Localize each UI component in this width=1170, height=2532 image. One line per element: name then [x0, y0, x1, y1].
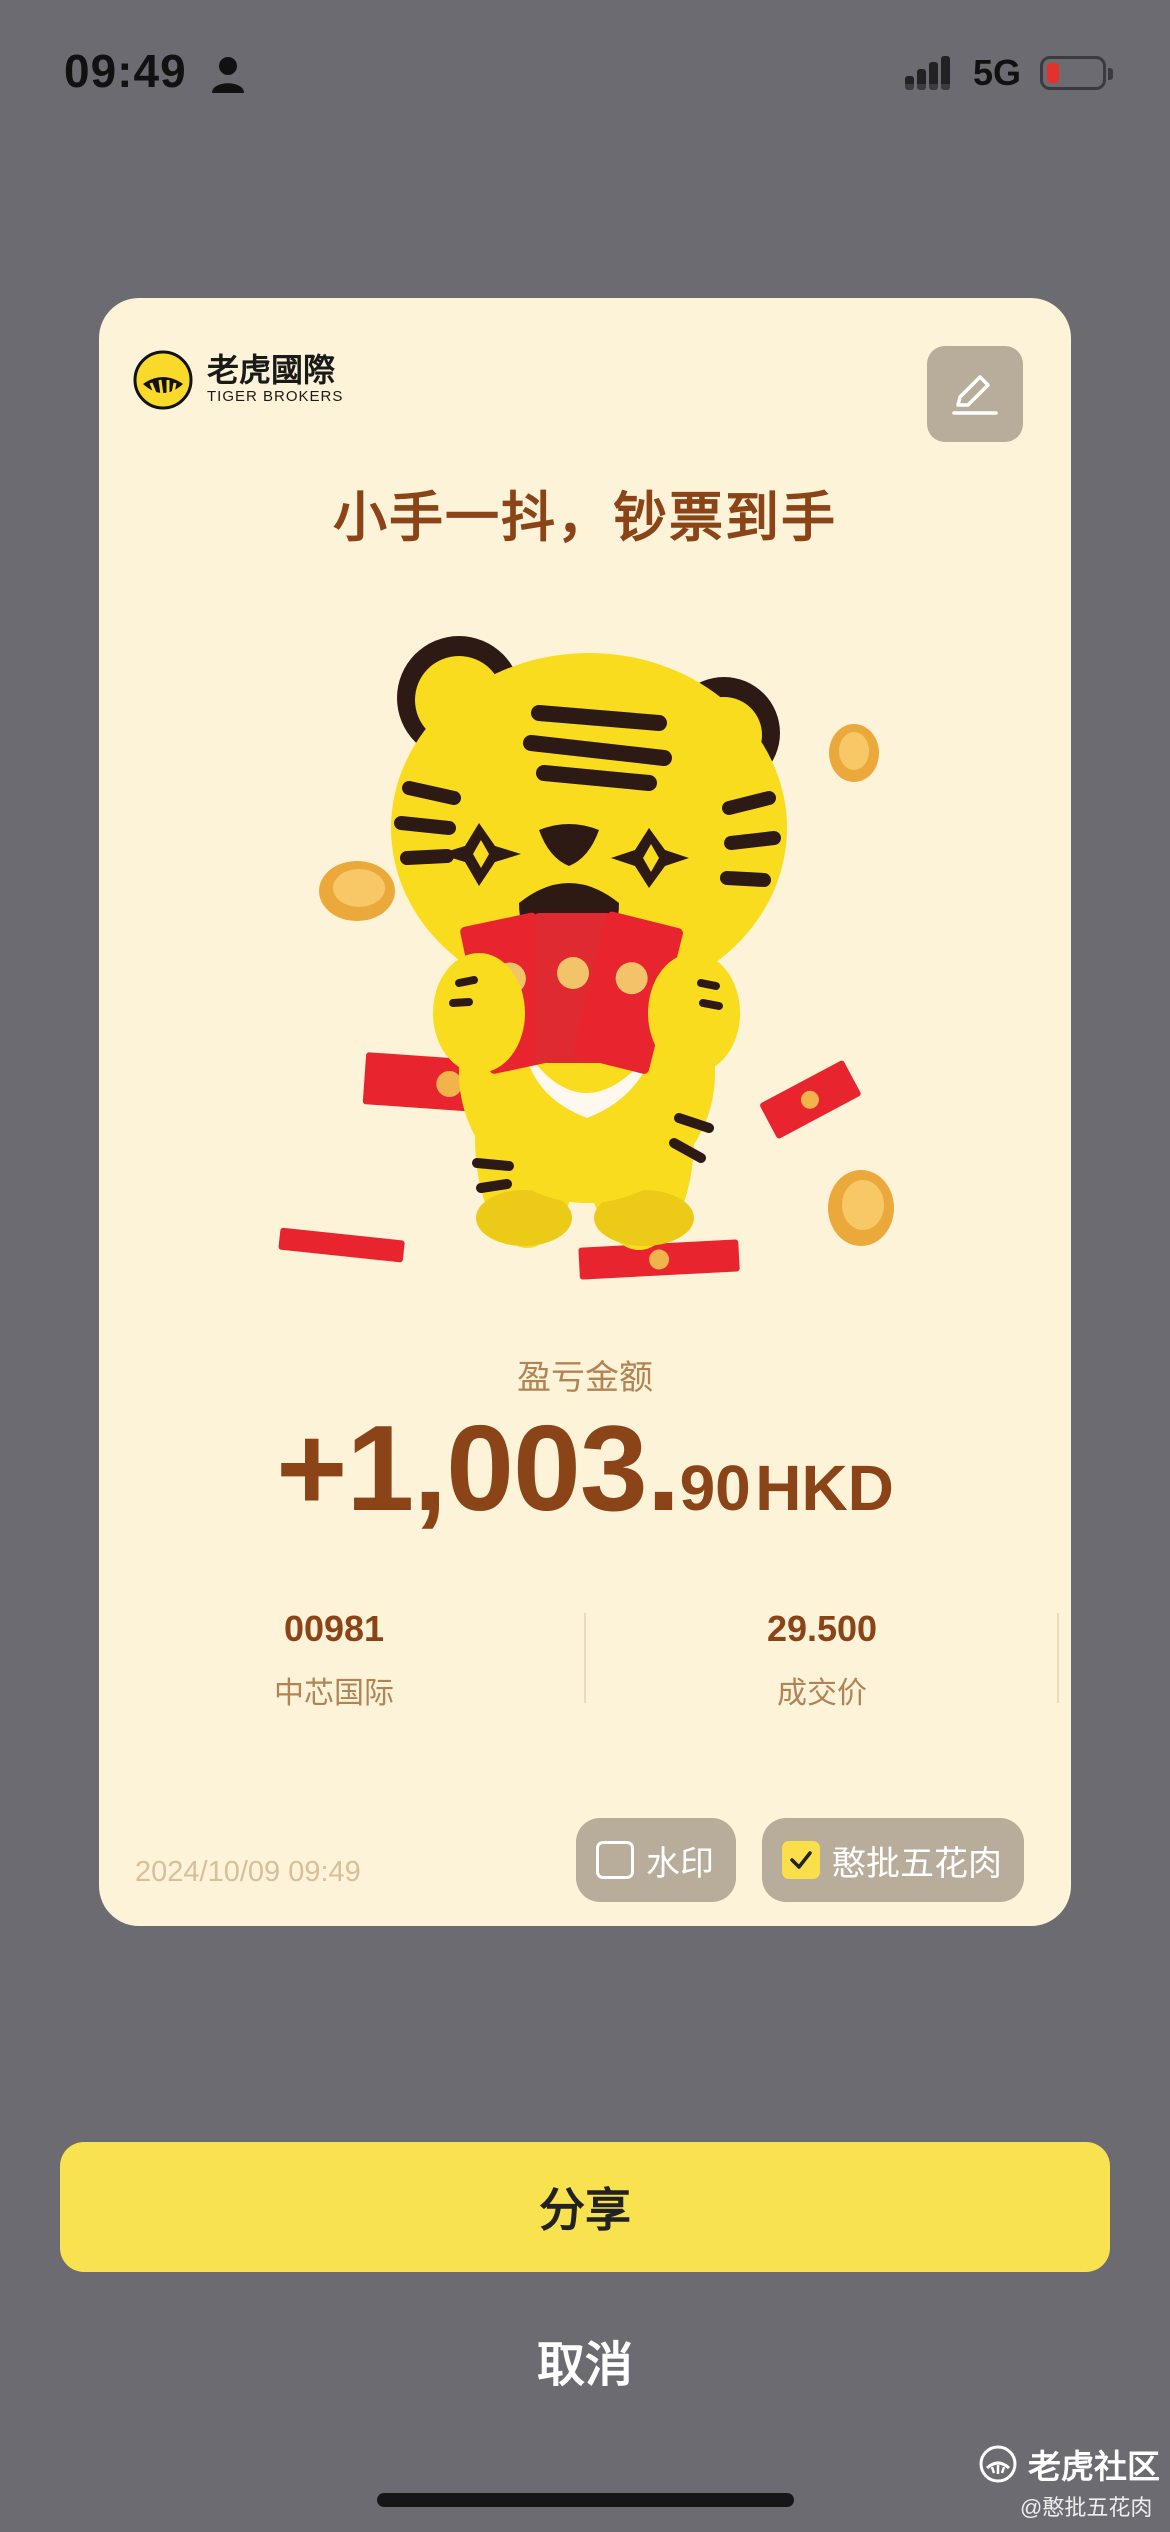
- watermark-username: @憨批五花肉: [1020, 2495, 1153, 2520]
- brand-name-cn: 老虎國際: [207, 352, 336, 388]
- share-button[interactable]: 分享: [60, 2142, 1110, 2272]
- trade-price: 29.500: [766, 1608, 878, 1649]
- watermark-toggle[interactable]: 水印: [576, 1818, 736, 1902]
- person-icon: [212, 57, 244, 93]
- status-bar: 09:49 5G: [0, 0, 1170, 140]
- checkbox-checked-icon: [782, 1841, 820, 1879]
- stat-divider: [584, 1613, 586, 1703]
- stock-code-stat: 00981 中芯国际: [99, 1608, 569, 1712]
- stock-code: 00981: [283, 1608, 385, 1649]
- home-indicator[interactable]: [377, 2493, 794, 2507]
- community-icon: [979, 2445, 1017, 2483]
- edit-button[interactable]: [927, 346, 1023, 442]
- community-site-name: 老虎社区: [1028, 2448, 1160, 2485]
- community-watermark: 老虎社区: [978, 2440, 1160, 2488]
- watermark-toggle-label: 水印: [646, 1844, 714, 1883]
- amount-currency: HKD: [755, 1452, 894, 1524]
- network-type: 5G: [973, 52, 1022, 93]
- username-toggle[interactable]: 憨批五花肉: [762, 1818, 1024, 1902]
- cancel-button[interactable]: 取消: [0, 2325, 1170, 2395]
- battery-icon: [1040, 56, 1113, 90]
- signal-icon: [905, 56, 961, 90]
- trade-price-stat: 29.500 成交价: [587, 1608, 1057, 1712]
- amount-integer: +1,003.: [276, 1400, 680, 1536]
- username-toggle-label: 憨批五花肉: [832, 1844, 1002, 1883]
- tiger-mascot-illustration: [278, 636, 894, 1280]
- checkmark-icon: [790, 1851, 812, 1869]
- brand-logo: 老虎國際 TIGER BROKERS: [133, 348, 343, 412]
- share-card: 老虎國際 TIGER BROKERS 小手一抖，钞票到手 盈亏金额 +1,003…: [99, 298, 1071, 1926]
- amount-decimal: 90: [679, 1452, 751, 1524]
- card-headline: 小手一抖，钞票到手: [333, 488, 837, 548]
- checkbox-unchecked-icon: [596, 1841, 634, 1879]
- profit-loss-amount: +1,003.90 HKD: [99, 1398, 1071, 1538]
- profit-loss-label: 盈亏金额: [517, 1359, 653, 1397]
- brand-name-en: TIGER BROKERS: [207, 388, 344, 405]
- stock-name: 中芯国际: [274, 1677, 394, 1710]
- timestamp: 2024/10/09 09:49: [135, 1856, 361, 1888]
- tiger-logo-icon: [133, 350, 193, 410]
- edit-icon: [952, 375, 998, 415]
- trade-price-label: 成交价: [777, 1677, 867, 1710]
- stat-divider: [1057, 1613, 1059, 1703]
- status-time: 09:49: [64, 45, 187, 97]
